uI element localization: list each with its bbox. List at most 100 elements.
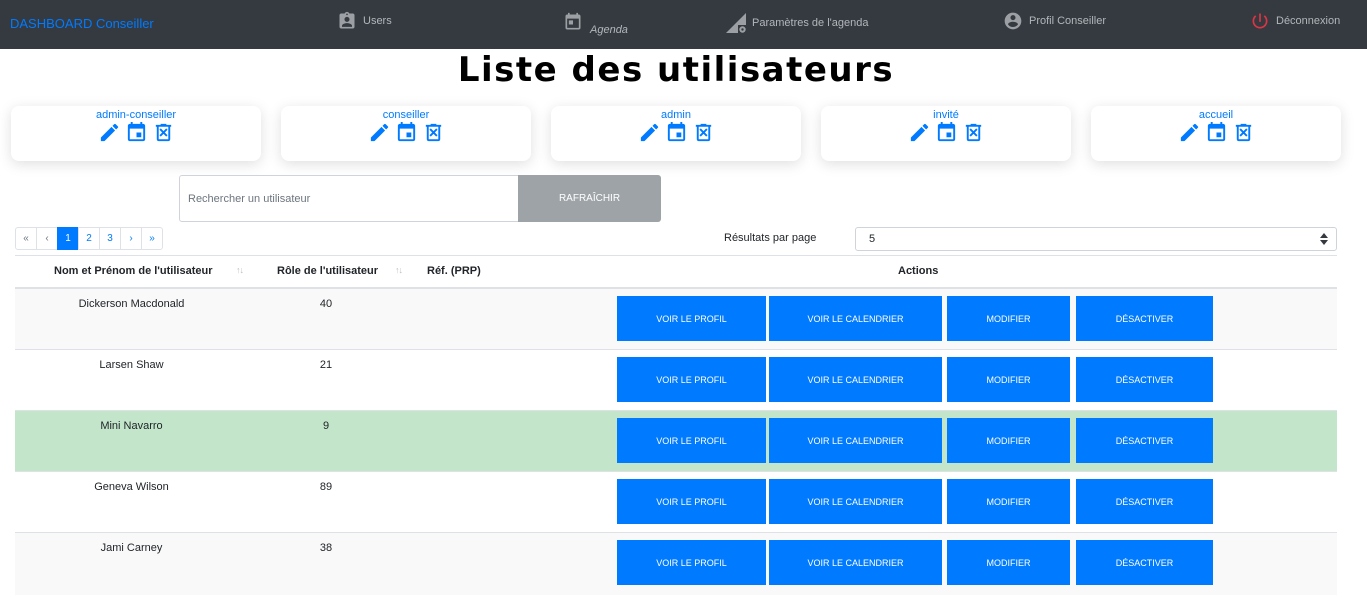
calendar-icon[interactable] <box>125 121 148 144</box>
results-per-page-select[interactable]: 5 <box>855 227 1337 251</box>
nav-profile[interactable]: Profil Conseiller <box>1003 11 1106 31</box>
pencil-icon[interactable] <box>1178 121 1201 144</box>
nav-logout-label: Déconnexion <box>1276 15 1341 27</box>
role-name: conseiller <box>382 109 430 121</box>
view-profile-button[interactable]: VOIR LE PROFIL <box>617 540 766 585</box>
user-name: Larsen Shaw <box>99 359 164 371</box>
view-calendar-button[interactable]: VOIR LE CALENDRIER <box>769 418 942 463</box>
view-calendar-button[interactable]: VOIR LE CALENDRIER <box>769 479 942 524</box>
nav-profile-label: Profil Conseiller <box>1029 15 1107 27</box>
delete-icon[interactable] <box>152 121 175 144</box>
calendar-icon[interactable] <box>395 121 418 144</box>
table-row: Larsen Shaw 21 VOIR LE PROFIL VOIR LE CA… <box>15 350 1337 411</box>
user-name: Geneva Wilson <box>94 481 169 493</box>
role-card-accueil: accueil <box>1091 106 1341 161</box>
power-icon <box>1252 13 1268 29</box>
role-name: invité <box>933 109 959 121</box>
view-calendar-button[interactable]: VOIR LE CALENDRIER <box>769 540 942 585</box>
header-name[interactable]: Nom et Prénom de l'utilisateur <box>54 265 212 277</box>
role-card-admin: admin <box>551 106 801 161</box>
edit-button[interactable]: MODIFIER <box>947 418 1070 463</box>
account-circle-icon <box>1004 12 1022 30</box>
header-ref: Réf. (PRP) <box>427 265 481 277</box>
view-calendar-button[interactable]: VOIR LE CALENDRIER <box>769 357 942 402</box>
role-name: accueil <box>1198 109 1234 121</box>
top-navbar: DASHBOARD Conseiller Users Agenda Paramè… <box>0 0 1367 49</box>
disable-button[interactable]: DÉSACTIVER <box>1076 296 1213 341</box>
role-card-conseiller: conseiller <box>281 106 531 161</box>
pencil-icon[interactable] <box>368 121 391 144</box>
pencil-icon[interactable] <box>908 121 931 144</box>
header-actions: Actions <box>898 265 939 277</box>
nav-agenda-settings[interactable]: Paramètres de l'agenda <box>724 11 868 35</box>
nav-users-label: Users <box>363 15 392 27</box>
calendar-icon[interactable] <box>1205 121 1228 144</box>
view-profile-button[interactable]: VOIR LE PROFIL <box>617 479 766 524</box>
role-name: admin-conseiller <box>95 109 177 121</box>
page-2-button[interactable]: 2 <box>78 227 100 250</box>
delete-icon[interactable] <box>692 121 715 144</box>
view-profile-button[interactable]: VOIR LE PROFIL <box>617 357 766 402</box>
role-card-admin-conseiller: admin-conseiller <box>11 106 261 161</box>
disable-button[interactable]: DÉSACTIVER <box>1076 418 1213 463</box>
role-name: admin <box>661 109 691 121</box>
user-role: 9 <box>322 420 330 432</box>
page-3-button[interactable]: 3 <box>99 227 121 250</box>
table-row: Jami Carney 38 VOIR LE PROFIL VOIR LE CA… <box>15 533 1337 595</box>
user-role: 40 <box>319 298 333 310</box>
nav-users[interactable]: Users <box>337 11 392 31</box>
edit-button[interactable]: MODIFIER <box>947 479 1070 524</box>
user-role: 89 <box>319 481 333 493</box>
disable-button[interactable]: DÉSACTIVER <box>1076 540 1213 585</box>
disable-button[interactable]: DÉSACTIVER <box>1076 357 1213 402</box>
user-name: Jami Carney <box>100 542 163 554</box>
delete-icon[interactable] <box>1232 121 1255 144</box>
calendar-icon[interactable] <box>665 121 688 144</box>
user-name: Dickerson Macdonald <box>78 298 185 310</box>
brand-link[interactable]: DASHBOARD Conseiller <box>10 16 154 31</box>
page-prev-button[interactable]: ‹ <box>36 227 58 250</box>
delete-icon[interactable] <box>422 121 445 144</box>
table-row: Geneva Wilson 89 VOIR LE PROFIL VOIR LE … <box>15 472 1337 533</box>
edit-button[interactable]: MODIFIER <box>947 540 1070 585</box>
pencil-icon[interactable] <box>98 121 121 144</box>
user-role: 21 <box>319 359 333 371</box>
user-name: Mini Navarro <box>100 420 163 432</box>
nav-agenda[interactable]: Agenda <box>563 12 628 36</box>
view-calendar-button[interactable]: VOIR LE CALENDRIER <box>769 296 942 341</box>
delete-icon[interactable] <box>962 121 985 144</box>
select-arrows-icon <box>1320 233 1328 245</box>
user-role: 38 <box>319 542 333 554</box>
nav-agenda-settings-label: Paramètres de l'agenda <box>752 17 869 29</box>
table-body: Dickerson Macdonald 40 VOIR LE PROFIL VO… <box>15 289 1337 595</box>
role-card-invite: invité <box>821 106 1071 161</box>
disable-button[interactable]: DÉSACTIVER <box>1076 479 1213 524</box>
table-row: Dickerson Macdonald 40 VOIR LE PROFIL VO… <box>15 289 1337 350</box>
view-profile-button[interactable]: VOIR LE PROFIL <box>617 296 766 341</box>
table-header: Nom et Prénom de l'utilisateur ↑↓ Rôle d… <box>15 255 1337 289</box>
nav-logout[interactable]: Déconnexion <box>1250 11 1340 31</box>
nav-agenda-label: Agenda <box>590 24 628 36</box>
page-next-button[interactable]: › <box>120 227 142 250</box>
sort-icon[interactable]: ↑↓ <box>236 265 244 275</box>
page-title: Liste des utilisateurs <box>457 50 895 90</box>
sort-icon[interactable]: ↑↓ <box>395 265 403 275</box>
edit-button[interactable]: MODIFIER <box>947 357 1070 402</box>
search-input[interactable] <box>179 175 519 222</box>
page-1-button[interactable]: 1 <box>57 227 79 250</box>
pencil-icon[interactable] <box>638 121 661 144</box>
refresh-button[interactable]: RAFRAÎCHIR <box>518 175 661 222</box>
pagination: « ‹ 1 2 3 › » <box>15 227 163 250</box>
calendar-icon <box>565 12 581 30</box>
view-profile-button[interactable]: VOIR LE PROFIL <box>617 418 766 463</box>
page-first-button[interactable]: « <box>15 227 37 250</box>
contact-card-icon <box>339 11 355 29</box>
calendar-icon[interactable] <box>935 121 958 144</box>
page-last-button[interactable]: » <box>141 227 163 250</box>
results-per-page-value: 5 <box>869 233 876 245</box>
edit-button[interactable]: MODIFIER <box>947 296 1070 341</box>
calendar-settings-icon <box>726 13 746 33</box>
results-per-page-label: Résultats par page <box>724 232 817 244</box>
header-role[interactable]: Rôle de l'utilisateur <box>277 265 378 277</box>
table-row-highlighted: Mini Navarro 9 VOIR LE PROFIL VOIR LE CA… <box>15 411 1337 472</box>
